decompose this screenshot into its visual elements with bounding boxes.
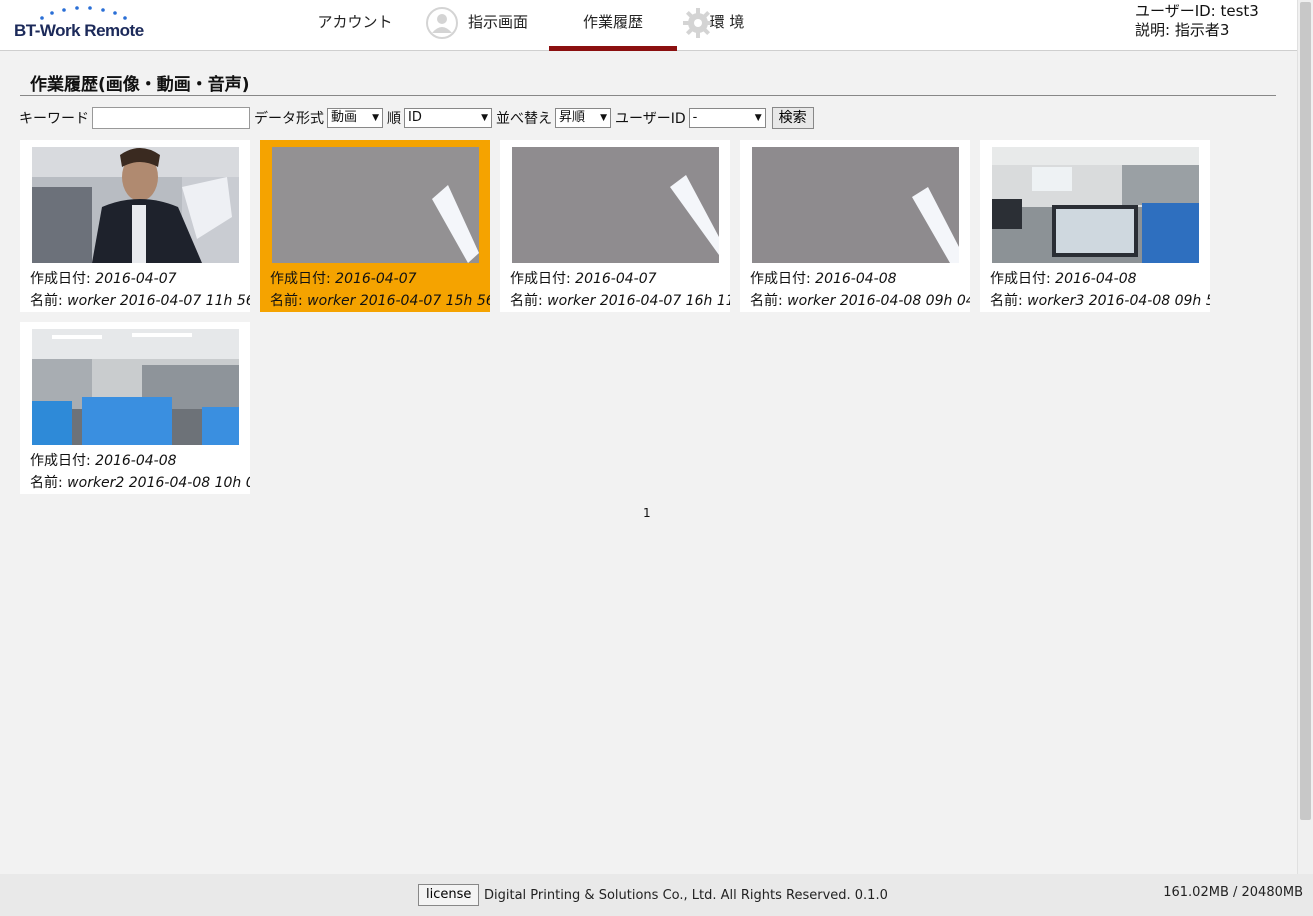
user-id-label: ユーザーID bbox=[615, 111, 686, 127]
storage-usage: 161.02MB / 20480MB bbox=[1163, 885, 1303, 900]
logo[interactable]: BT-Work Remote bbox=[12, 4, 152, 44]
date-value: 2016-04-08 bbox=[95, 453, 177, 469]
name-label: 名前: bbox=[30, 293, 63, 309]
order-label: 順 bbox=[387, 111, 401, 127]
chevron-down-icon: ▼ bbox=[754, 113, 762, 123]
card-name: 名前: worker 2016-04-08 09h 04 bbox=[750, 290, 970, 310]
thumbnail-image bbox=[272, 147, 479, 263]
name-label: 名前: bbox=[990, 293, 1023, 309]
card-date: 作成日付: 2016-04-07 bbox=[270, 268, 417, 288]
logo-text: BT-Work Remote bbox=[14, 21, 144, 40]
license-button[interactable]: license bbox=[418, 884, 480, 906]
keyword-label: キーワード bbox=[19, 111, 89, 127]
name-value: worker 2016-04-07 11h 56 bbox=[67, 293, 250, 309]
date-label: 作成日付: bbox=[270, 271, 331, 287]
nav-account-label: アカウント bbox=[317, 13, 393, 31]
card-name: 名前: worker 2016-04-07 15h 56 bbox=[270, 290, 490, 310]
title-divider bbox=[20, 95, 1276, 96]
history-card[interactable]: 作成日付: 2016-04-08 名前: worker3 2016-04-08 … bbox=[980, 140, 1210, 312]
format-select-value: 動画 bbox=[331, 110, 358, 125]
date-label: 作成日付: bbox=[750, 271, 811, 287]
chevron-down-icon: ▼ bbox=[600, 113, 607, 123]
user-id-select[interactable]: - ▼ bbox=[688, 108, 766, 128]
app-header: BT-Work Remote アカウント 指示画面 作業履歴 環 境 ユーザーI… bbox=[0, 0, 1297, 51]
card-name: 名前: worker 2016-04-07 16h 11 bbox=[510, 290, 730, 310]
chevron-down-icon: ▼ bbox=[372, 113, 379, 123]
thumbnail-image bbox=[32, 147, 239, 263]
date-label: 作成日付: bbox=[30, 271, 91, 287]
sort-label: 並べ替え bbox=[496, 111, 552, 127]
thumbnail-image bbox=[992, 147, 1199, 263]
card-date: 作成日付: 2016-04-08 bbox=[990, 268, 1137, 288]
date-value: 2016-04-07 bbox=[95, 271, 177, 287]
date-value: 2016-04-08 bbox=[815, 271, 897, 287]
page-title: 作業履歴(画像・動画・音声) bbox=[30, 75, 250, 95]
nav-history-label: 作業履歴 bbox=[582, 13, 643, 31]
copyright-text: Digital Printing & Solutions Co., Ltd. A… bbox=[484, 888, 888, 903]
thumbnail-image bbox=[752, 147, 959, 263]
card-name: 名前: worker 2016-04-07 11h 56 bbox=[30, 290, 250, 310]
user-id-select-value: - bbox=[692, 110, 698, 125]
history-card[interactable]: 作成日付: 2016-04-08 名前: worker 2016-04-08 0… bbox=[740, 140, 970, 312]
date-label: 作成日付: bbox=[510, 271, 571, 287]
name-label: 名前: bbox=[30, 475, 63, 491]
user-id: ユーザーID: test3 bbox=[1135, 2, 1259, 20]
nav-history[interactable]: 作業履歴 bbox=[549, 0, 677, 51]
name-label: 名前: bbox=[750, 293, 783, 309]
footer: license Digital Printing & Solutions Co.… bbox=[0, 874, 1313, 916]
format-select[interactable]: 動画 ▼ bbox=[327, 108, 383, 128]
date-value: 2016-04-07 bbox=[335, 271, 417, 287]
date-label: 作成日付: bbox=[990, 271, 1051, 287]
card-date: 作成日付: 2016-04-07 bbox=[30, 268, 177, 288]
name-value: worker 2016-04-07 15h 56 bbox=[307, 293, 490, 309]
order-select-value: ID bbox=[408, 110, 422, 125]
card-date: 作成日付: 2016-04-08 bbox=[750, 268, 897, 288]
date-label: 作成日付: bbox=[30, 453, 91, 469]
history-card[interactable]: 作成日付: 2016-04-08 名前: worker2 2016-04-08 … bbox=[20, 322, 250, 494]
thumbnail-image bbox=[32, 329, 239, 445]
nav-instruction-label: 指示画面 bbox=[467, 13, 528, 31]
name-value: worker2 2016-04-08 10h 0 bbox=[67, 475, 250, 491]
name-value: worker 2016-04-08 09h 04 bbox=[787, 293, 970, 309]
search-button[interactable]: 検索 bbox=[771, 107, 814, 129]
date-value: 2016-04-08 bbox=[1055, 271, 1137, 287]
nav-settings[interactable]: 環 境 bbox=[692, 0, 762, 51]
date-value: 2016-04-07 bbox=[575, 271, 657, 287]
thumbnail-image bbox=[512, 147, 719, 263]
user-description: 説明: 指示者3 bbox=[1135, 21, 1230, 39]
keyword-input[interactable] bbox=[92, 107, 250, 129]
card-name: 名前: worker3 2016-04-08 09h 5 bbox=[990, 290, 1210, 310]
nav-account[interactable]: アカウント bbox=[300, 0, 410, 51]
history-card[interactable]: 作成日付: 2016-04-07 名前: worker 2016-04-07 1… bbox=[500, 140, 730, 312]
name-value: worker3 2016-04-08 09h 5 bbox=[1027, 293, 1210, 309]
name-label: 名前: bbox=[270, 293, 303, 309]
order-select[interactable]: ID ▼ bbox=[404, 108, 492, 128]
sort-select[interactable]: 昇順 ▼ bbox=[555, 108, 611, 128]
vertical-scrollbar[interactable] bbox=[1297, 0, 1313, 874]
pagination-page-1[interactable]: 1 bbox=[643, 506, 651, 520]
nav-settings-label: 環 境 bbox=[709, 13, 745, 31]
filter-bar: キーワード データ形式 動画 ▼ 順 ID ▼ 並べ替え 昇順 ▼ ユーザーID… bbox=[19, 106, 814, 130]
history-card[interactable]: 作成日付: 2016-04-07 名前: worker 2016-04-07 1… bbox=[20, 140, 250, 312]
name-value: worker 2016-04-07 16h 11 bbox=[547, 293, 730, 309]
history-card-selected[interactable]: 作成日付: 2016-04-07 名前: worker 2016-04-07 1… bbox=[260, 140, 490, 312]
chevron-down-icon: ▼ bbox=[481, 113, 488, 123]
name-label: 名前: bbox=[510, 293, 543, 309]
card-date: 作成日付: 2016-04-08 bbox=[30, 450, 177, 470]
scrollbar-thumb[interactable] bbox=[1300, 2, 1311, 820]
sort-select-value: 昇順 bbox=[559, 110, 586, 125]
user-info: ユーザーID: test3 説明: 指示者3 bbox=[1135, 2, 1275, 40]
format-label: データ形式 bbox=[254, 111, 324, 127]
card-name: 名前: worker2 2016-04-08 10h 0 bbox=[30, 472, 250, 492]
nav-instruction[interactable]: 指示画面 bbox=[438, 0, 558, 51]
card-date: 作成日付: 2016-04-07 bbox=[510, 268, 657, 288]
